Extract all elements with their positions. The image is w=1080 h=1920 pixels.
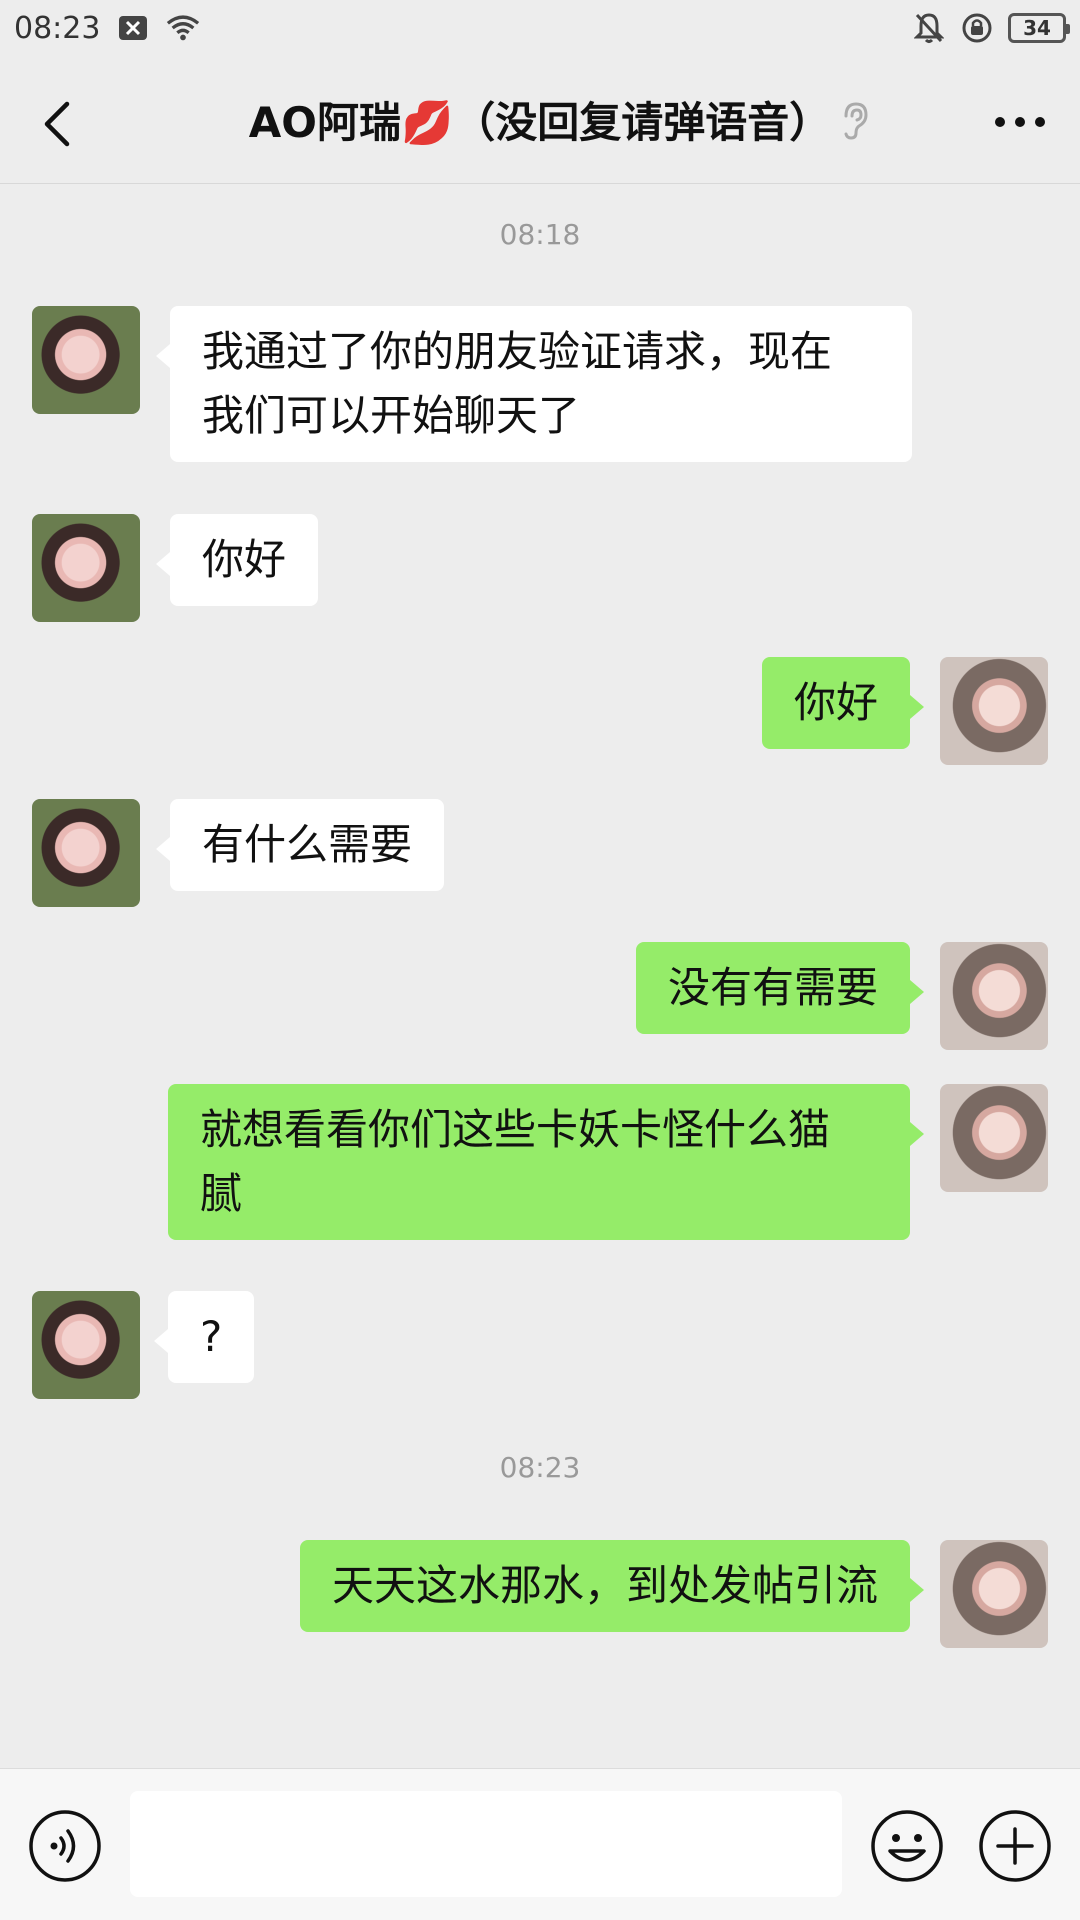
back-button[interactable] bbox=[26, 94, 86, 154]
message-text-line: 就想看看你们这些卡妖卡怪什么猫 bbox=[200, 1105, 831, 1154]
status-right: 34 bbox=[912, 11, 1070, 45]
message-text-line: 腻 bbox=[200, 1169, 243, 1218]
message-bubble-outgoing[interactable]: 你好 bbox=[761, 657, 925, 749]
emoji-button[interactable] bbox=[870, 1809, 944, 1883]
timestamp: 08:23 bbox=[499, 1451, 581, 1484]
message-bubble-incoming[interactable]: 有什么需要 bbox=[155, 799, 445, 891]
my-avatar[interactable] bbox=[940, 1540, 1048, 1648]
more-options-button[interactable] bbox=[988, 94, 1052, 150]
contact-avatar[interactable] bbox=[32, 306, 140, 414]
wifi-icon bbox=[166, 11, 200, 45]
message-text-line: 没有有需要 bbox=[667, 963, 878, 1012]
message-bubble-outgoing[interactable]: 天天这水那水，到处发帖引流 bbox=[299, 1540, 925, 1632]
notification-close-icon bbox=[116, 11, 150, 45]
message-input[interactable] bbox=[130, 1791, 842, 1897]
chat-header: AO阿瑞💋（没回复请弹语音） bbox=[0, 56, 1080, 184]
voice-input-button[interactable] bbox=[28, 1809, 102, 1883]
contact-avatar[interactable] bbox=[32, 1291, 140, 1399]
more-functions-button[interactable] bbox=[978, 1809, 1052, 1883]
voice-icon bbox=[29, 1810, 101, 1882]
message-bubble-outgoing[interactable]: 没有有需要 bbox=[635, 942, 925, 1034]
message-text-line: 你好 bbox=[202, 535, 287, 584]
contact-avatar[interactable] bbox=[32, 514, 140, 622]
status-left: 08:23 bbox=[14, 11, 200, 46]
mute-bell-icon bbox=[912, 11, 946, 45]
more-dots-icon bbox=[995, 117, 1045, 127]
chat-title: AO阿瑞💋（没回复请弹语音） bbox=[248, 98, 832, 147]
status-bar: 08:23 34 bbox=[0, 0, 1080, 56]
my-avatar[interactable] bbox=[940, 657, 1048, 765]
input-bar bbox=[0, 1768, 1080, 1920]
message-text-line: 我通过了你的朋友验证请求，现在 bbox=[202, 327, 833, 376]
back-arrow-icon bbox=[44, 101, 70, 147]
message-text-line: ? bbox=[200, 1312, 223, 1361]
my-avatar[interactable] bbox=[940, 942, 1048, 1050]
my-avatar[interactable] bbox=[940, 1084, 1048, 1192]
message-text-line: 有什么需要 bbox=[202, 820, 413, 869]
message-bubble-incoming[interactable]: 我通过了你的朋友验证请求，现在 我们可以开始聊天了 bbox=[156, 306, 912, 462]
message-text-line: 我们可以开始聊天了 bbox=[202, 391, 581, 440]
timestamp: 08:18 bbox=[499, 218, 581, 251]
message-bubble-outgoing[interactable]: 就想看看你们这些卡妖卡怪什么猫 腻 bbox=[168, 1084, 924, 1240]
message-text-line: 天天这水那水，到处发帖引流 bbox=[331, 1561, 878, 1610]
rotation-lock-icon bbox=[960, 11, 994, 45]
message-text-line: 你好 bbox=[793, 678, 878, 727]
message-bubble-incoming[interactable]: ? bbox=[153, 1291, 255, 1383]
status-time: 08:23 bbox=[14, 10, 101, 46]
chat-area[interactable]: 08:18 我通过了你的朋友验证请求，现在 我们可以开始聊天了 你好 你好 有什… bbox=[0, 184, 1080, 1768]
ear-icon bbox=[832, 98, 876, 142]
battery-indicator: 34 bbox=[1008, 13, 1070, 43]
contact-avatar[interactable] bbox=[32, 799, 140, 907]
emoji-icon bbox=[871, 1810, 943, 1882]
message-bubble-incoming[interactable]: 你好 bbox=[155, 514, 319, 606]
plus-icon bbox=[979, 1810, 1051, 1882]
